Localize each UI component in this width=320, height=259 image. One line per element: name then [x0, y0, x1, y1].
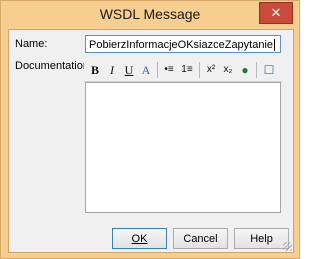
page-icon[interactable]: ☐	[261, 62, 277, 78]
dialog-body: Name: PobierzInformacjeOKsiazceZapytanie…	[8, 29, 294, 253]
font-color-icon[interactable]: A	[138, 62, 154, 78]
cancel-label: Cancel	[183, 233, 218, 245]
window-title: WSDL Message	[99, 6, 201, 22]
superscript-icon[interactable]: x²	[203, 62, 219, 78]
title-bar[interactable]: WSDL Message ✕	[1, 1, 299, 29]
close-button[interactable]: ✕	[259, 2, 293, 24]
name-label: Name:	[15, 38, 48, 50]
bulleted-list-icon[interactable]: •≡	[161, 62, 177, 78]
text-caret	[274, 39, 276, 52]
formatting-toolbar: B I U A •≡ 1≡ x² x₂ ● ☐	[84, 59, 282, 82]
name-value: PobierzInformacjeOKsiazceZapytanie	[89, 39, 274, 51]
bold-icon[interactable]: B	[87, 62, 103, 78]
help-label: Help	[250, 233, 273, 245]
name-field[interactable]: PobierzInformacjeOKsiazceZapytanie	[85, 35, 281, 53]
ok-label: OK	[131, 233, 148, 245]
numbered-list-icon[interactable]: 1≡	[179, 62, 195, 78]
ok-button[interactable]: OK	[112, 228, 167, 249]
cancel-button[interactable]: Cancel	[173, 228, 228, 249]
wsdl-message-dialog: WSDL Message ✕ Name: PobierzInformacjeOK…	[0, 0, 300, 259]
toolbar-separator	[199, 62, 200, 78]
toolbar-separator	[157, 62, 158, 78]
underline-icon[interactable]: U	[121, 62, 137, 78]
resize-grip[interactable]	[283, 242, 292, 251]
close-icon: ✕	[270, 5, 282, 20]
toolbar-separator	[256, 62, 257, 78]
hyperlink-icon[interactable]: ●	[237, 62, 253, 78]
documentation-label: Documentation:	[15, 60, 93, 72]
documentation-editor[interactable]	[85, 82, 281, 213]
subscript-icon[interactable]: x₂	[220, 62, 236, 78]
italic-icon[interactable]: I	[104, 62, 120, 78]
help-button[interactable]: Help	[234, 228, 289, 249]
